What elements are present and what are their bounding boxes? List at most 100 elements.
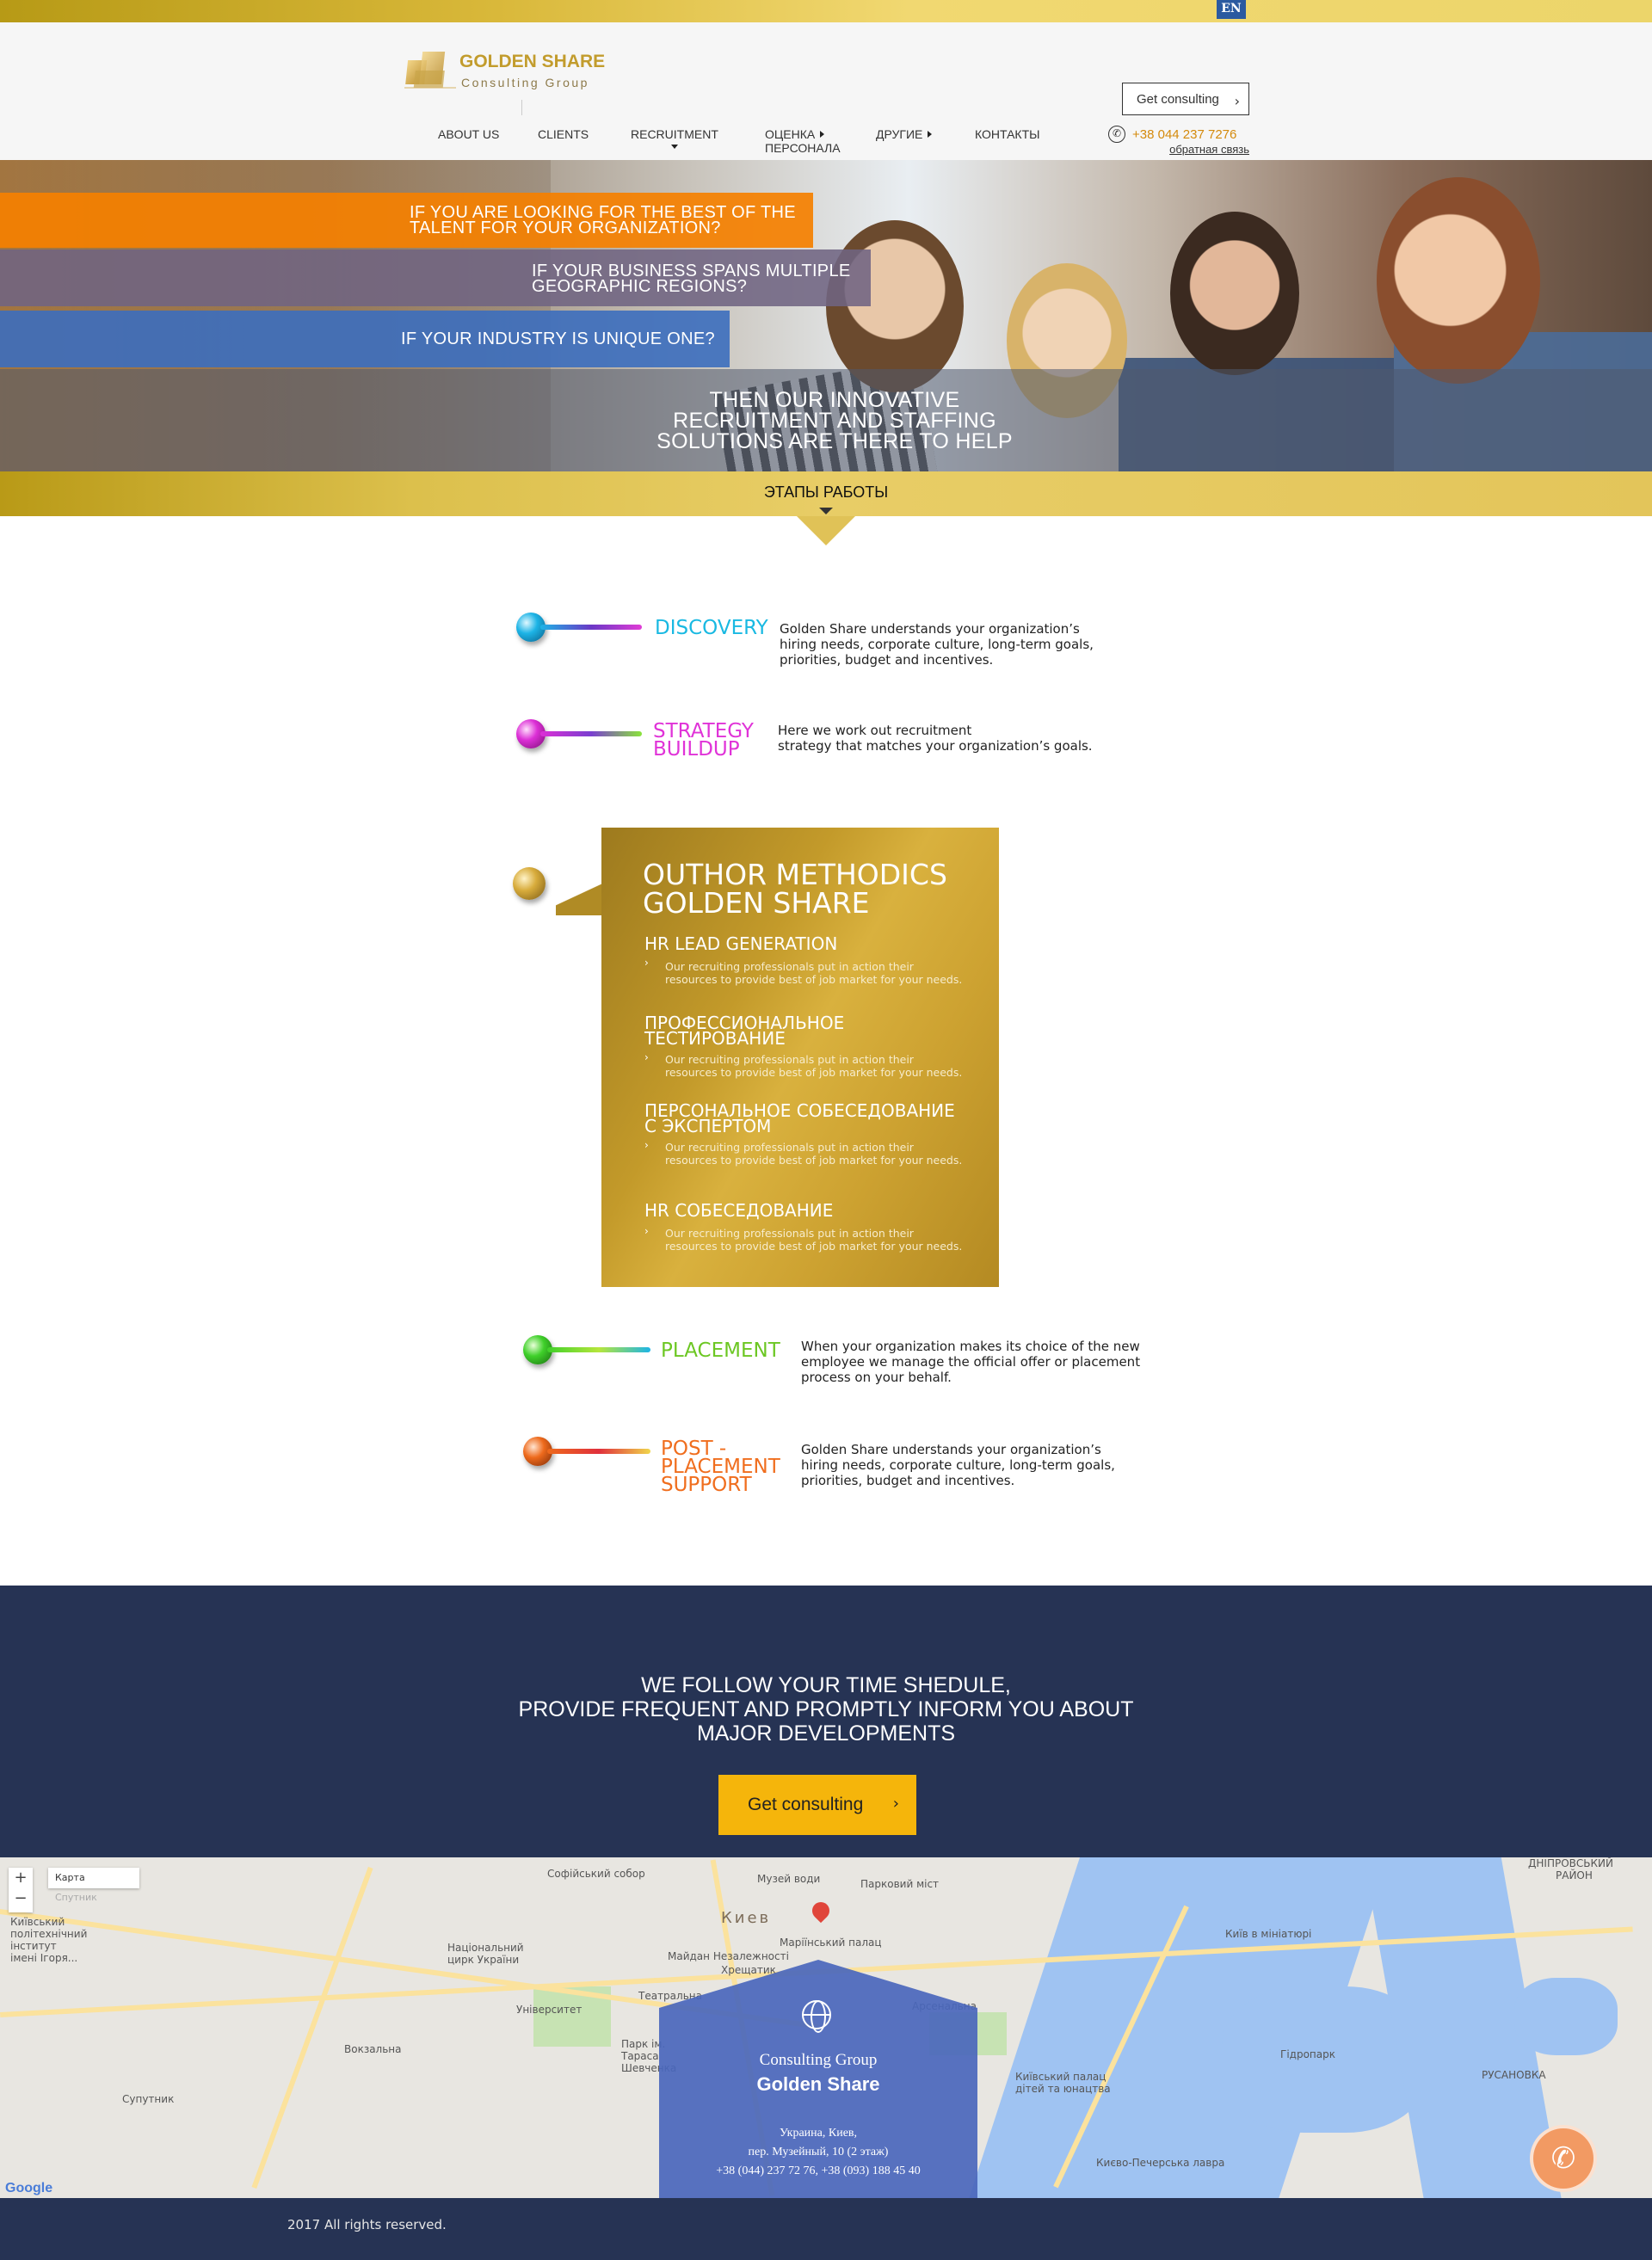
hero-answer-line: RECRUITMENT AND STAFFING	[673, 409, 996, 433]
stages-title: ЭТАПЫ РАБОТЫ	[763, 483, 889, 501]
methodics-item-text: Our recruiting professionals put in acti…	[665, 960, 983, 986]
step-title-placement: PLACEMENT	[661, 1339, 780, 1362]
step-text-line: Here we work out recruitment	[778, 723, 972, 738]
hero-photo-person	[1170, 212, 1299, 375]
nav-item-recruitment[interactable]: RECRUITMENT	[631, 127, 718, 149]
step-text-discovery: Golden Share understands your organizati…	[780, 621, 1094, 668]
nav-item-clients[interactable]: CLIENTS	[538, 127, 589, 141]
map-label: політехнічний	[10, 1928, 88, 1940]
map-marker-icon[interactable]	[808, 1898, 834, 1924]
main-nav: ABOUT US CLIENTS RECRUITMENT ОЦЕНКА ПЕРС…	[0, 127, 1652, 162]
stages-pointer	[797, 516, 855, 545]
nav-item-contacts[interactable]: КОНТАКТЫ	[975, 127, 1040, 141]
map-type-toggle: КартаСпутник	[48, 1868, 139, 1903]
methodics-item-title-line: HR LEAD GENERATION	[644, 933, 838, 954]
step-text-line: priorities, budget and incentives.	[780, 652, 994, 668]
map-label: РАЙОН	[1556, 1869, 1593, 1881]
placement-bar	[547, 1347, 650, 1352]
methodics-box: OUTHOR METHODICS GOLDEN SHARE HR LEAD GE…	[601, 828, 999, 1287]
map-city-label: Киев	[721, 1909, 772, 1927]
step-text-line: strategy that matches your organization’…	[778, 738, 1093, 754]
top-gold-band	[0, 0, 1652, 22]
step-text-line: Golden Share understands your organizati…	[801, 1442, 1101, 1457]
methodics-item-title-line: HR СОБЕСЕДОВАНИЕ	[644, 1200, 834, 1221]
call-phone-button[interactable]: ✆	[1530, 2125, 1597, 2192]
hero-text: IF YOUR INDUSTRY IS UNIQUE ONE?	[401, 329, 715, 348]
methodics-item-text-line: Our recruiting professionals put in acti…	[665, 960, 914, 973]
map-river	[1514, 1978, 1618, 2055]
caret-right-icon	[928, 131, 933, 138]
step-title-line: PLACEMENT	[661, 1339, 780, 1362]
globe-icon	[802, 2000, 831, 2033]
get-consulting-label: Get consulting	[1137, 91, 1219, 107]
methodics-item-text: Our recruiting professionals put in acti…	[665, 1053, 983, 1079]
cta-text: WE FOLLOW YOUR TIME SHEDULE, PROVIDE FRE…	[0, 1673, 1652, 1746]
nav-label: ОЦЕНКА	[765, 127, 816, 141]
chevron-right-icon: ›	[644, 1051, 649, 1063]
map-mode-satellite[interactable]: Спутник	[48, 1887, 104, 1907]
chevron-down-icon	[819, 508, 833, 514]
nav-item-other[interactable]: ДРУГИЕ	[876, 127, 933, 141]
map-mode-map[interactable]: Карта	[48, 1868, 92, 1887]
methodics-pin-icon	[513, 867, 546, 900]
methodics-item-text-line: resources to provide best of job market …	[665, 1240, 963, 1253]
methodics-item-text-line: resources to provide best of job market …	[665, 1154, 963, 1167]
chevron-right-icon: ›	[892, 1795, 899, 1813]
nav-label: RECRUITMENT	[631, 127, 718, 141]
logo-divider	[521, 100, 522, 115]
nav-label: КОНТАКТЫ	[975, 127, 1040, 141]
chevron-right-icon: ›	[644, 1225, 649, 1237]
discovery-bar	[540, 625, 642, 630]
map-label: Київський палац	[1015, 2071, 1106, 2083]
nav-label: ДРУГИЕ	[876, 127, 923, 141]
cta-get-consulting-button[interactable]: Get consulting ›	[718, 1775, 916, 1835]
cta-button-label: Get consulting	[748, 1795, 864, 1814]
nav-item-about[interactable]: ABOUT US	[438, 127, 499, 141]
chevron-right-icon: ›	[1234, 93, 1240, 109]
map-label: РУСАНОВКА	[1482, 2069, 1546, 2081]
phone-number[interactable]: +38 044 237 7276	[1132, 127, 1236, 142]
map-label: Київ в мініатюрі	[1225, 1928, 1312, 1940]
methodics-item-title: ПЕРСОНАЛЬНОЕ СОБЕСЕДОВАНИЕ С ЭКСПЕРТОМ	[644, 1102, 955, 1135]
map-label: Києво-Печерська лавра	[1096, 2157, 1225, 2169]
map-label: Тараса	[621, 2050, 659, 2062]
nav-label: ABOUT US	[438, 127, 500, 141]
methodics-item-title: HR LEAD GENERATION	[644, 933, 838, 954]
step-title-line: DISCOVERY	[655, 617, 768, 639]
address-card-title: Golden Share	[756, 2073, 880, 2095]
hero-text: TALENT FOR YOUR ORGANIZATION?	[410, 219, 721, 237]
map-label: Майдан Незалежності	[668, 1950, 789, 1962]
strategy-bar	[540, 731, 642, 736]
copyright: 2017 All rights reserved.	[287, 2217, 447, 2232]
header-phone: ✆ +38 044 237 7276 обратная связь	[1108, 126, 1249, 160]
cta-section: WE FOLLOW YOUR TIME SHEDULE, PROVIDE FRE…	[0, 1586, 1652, 1857]
map-label: Вокзальна	[344, 2043, 402, 2055]
zoom-out-button[interactable]: −	[9, 1888, 33, 1909]
map-zoom-controls: + −	[9, 1868, 33, 1912]
methodics-item-title: ПРОФЕССИОНАЛЬНОЕ ТЕСТИРОВАНИЕ	[644, 1014, 844, 1047]
map-label: Маріїнський палац	[780, 1937, 882, 1949]
step-text-line: employee we manage the official offer or…	[801, 1354, 1141, 1370]
logo[interactable]: GOLDEN SHARE Consulting Group	[404, 45, 620, 98]
methodics-item-text-line: Our recruiting professionals put in acti…	[665, 1141, 914, 1154]
map-label: Софійський собор	[547, 1868, 645, 1880]
step-text-line: process on your behalf.	[801, 1370, 952, 1385]
logo-mark-icon	[404, 52, 456, 89]
hero-question-3: IF YOUR INDUSTRY IS UNIQUE ONE?	[0, 311, 730, 367]
hero-answer: THEN OUR INNOVATIVE RECRUITMENT AND STAF…	[0, 369, 1652, 471]
map-label: Національний	[447, 1942, 524, 1954]
hero-photo-person	[826, 220, 964, 392]
zoom-in-button[interactable]: +	[9, 1868, 33, 1888]
step-text-line: When your organization makes its choice …	[801, 1339, 1140, 1354]
nav-item-assessment[interactable]: ОЦЕНКА ПЕРСОНАЛА	[765, 127, 841, 155]
step-text-line: hiring needs, corporate culture, long-te…	[801, 1457, 1115, 1473]
get-consulting-button[interactable]: Get consulting ›	[1122, 83, 1249, 115]
feedback-link[interactable]: обратная связь	[1169, 143, 1249, 156]
map-road	[251, 1866, 373, 2189]
language-switch[interactable]: EN	[1217, 0, 1246, 19]
map-label: ДНІПРОВСЬКИЙ	[1528, 1857, 1613, 1869]
hero-answer-line: SOLUTIONS ARE THERE TO HELP	[656, 429, 1013, 453]
map-label: Парк ім.	[621, 2038, 666, 2050]
step-text-line: priorities, budget and incentives.	[801, 1473, 1015, 1488]
methodics-title: OUTHOR METHODICS GOLDEN SHARE	[643, 860, 947, 917]
